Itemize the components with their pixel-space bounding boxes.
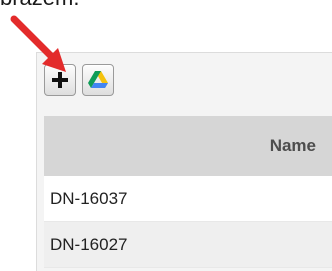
file-table: Name DN-16037 DN-16027: [44, 116, 332, 268]
row-name: DN-16037: [50, 188, 128, 208]
table-row[interactable]: DN-16027: [44, 222, 332, 268]
column-header-name[interactable]: Name: [270, 136, 316, 156]
red-arrow-annotation: [10, 15, 66, 72]
google-drive-icon: [88, 71, 108, 88]
table-header: Name: [44, 116, 332, 176]
row-name: DN-16027: [50, 234, 128, 254]
table-row[interactable]: DN-16037: [44, 176, 332, 222]
screenshot-stage: brazem. Name DN-16037 DN-16027: [0, 0, 332, 271]
